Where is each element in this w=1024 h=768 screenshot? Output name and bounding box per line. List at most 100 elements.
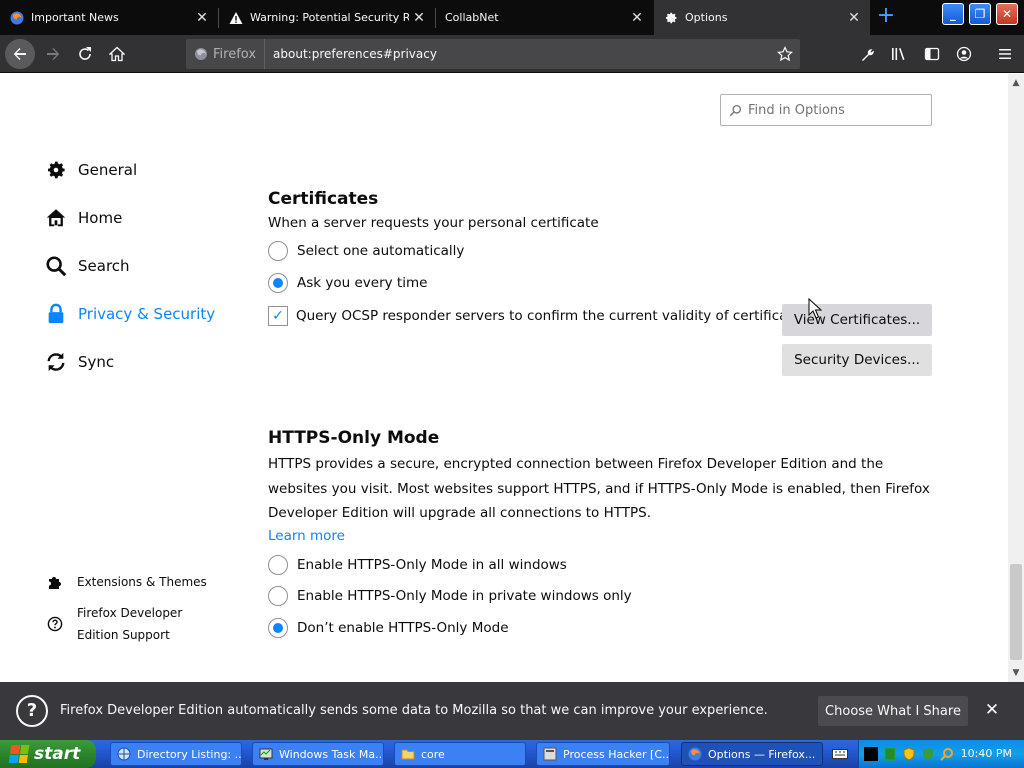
close-tab-icon[interactable]: ✕ — [409, 10, 429, 26]
learn-more-link[interactable]: Learn more — [268, 528, 345, 544]
taskbar-item-core-folder[interactable]: core — [394, 742, 526, 766]
new-tab-button[interactable]: + — [872, 4, 900, 30]
select-automatically-option[interactable]: Select one automatically — [268, 241, 464, 261]
minimize-window-button[interactable]: _ — [942, 3, 964, 25]
start-button[interactable]: start — [0, 740, 96, 768]
menu-icon[interactable] — [994, 43, 1016, 65]
process-search-icon[interactable] — [940, 747, 954, 761]
tab-strip: Important News ✕ Warning: Potential Secu… — [0, 0, 1024, 35]
security-center-icon[interactable] — [921, 747, 935, 761]
gear-icon — [663, 10, 679, 26]
radio-label: Don’t enable HTTPS-Only Mode — [297, 620, 509, 636]
close-icon[interactable]: ✕ — [982, 700, 1002, 720]
close-tab-icon[interactable]: ✕ — [192, 10, 212, 26]
vertical-scrollbar[interactable]: ▲ ▼ — [1008, 74, 1024, 682]
ocsp-option[interactable]: ✓ Query OCSP responder servers to confir… — [268, 306, 808, 326]
windows-logo-icon — [8, 745, 30, 763]
firefox-icon — [688, 747, 702, 761]
footer-link-label: Firefox Developer Edition Support — [77, 606, 183, 642]
forward-button[interactable] — [38, 39, 68, 69]
shield-icon[interactable] — [902, 747, 916, 761]
home-button[interactable] — [102, 39, 132, 69]
sidebar-item-privacy-security[interactable]: Privacy & Security — [44, 302, 215, 326]
back-button[interactable] — [5, 39, 35, 69]
preferences-page: General Home Search Privacy & Security S… — [0, 74, 1008, 682]
sidebar-item-label: Home — [78, 209, 123, 227]
radio-button[interactable] — [268, 241, 288, 261]
process-hacker-icon — [543, 747, 557, 761]
keyboard-icon[interactable] — [832, 747, 848, 761]
forward-arrow-icon — [47, 48, 60, 60]
url-text[interactable]: about:preferences#privacy — [265, 47, 770, 61]
puzzle-icon — [46, 571, 64, 593]
data-collection-notification: ? Firefox Developer Edition automaticall… — [0, 682, 1024, 740]
tab-collabnet[interactable]: CollabNet ✕ — [436, 0, 653, 35]
tab-important-news[interactable]: Important News ✕ — [0, 0, 218, 35]
close-tab-icon[interactable]: ✕ — [844, 10, 864, 26]
sidebar-item-label: Search — [78, 257, 130, 275]
close-tab-icon[interactable]: ✕ — [627, 10, 647, 26]
developer-edition-support-link[interactable]: Firefox Developer Edition Support — [46, 602, 236, 646]
terminal-icon[interactable] — [864, 747, 878, 761]
identity-box[interactable]: Firefox — [186, 39, 266, 69]
taskbar-item-process-hacker[interactable]: Process Hacker [C... — [536, 742, 670, 766]
warning-icon — [228, 10, 244, 26]
taskbar-item-label: Directory Listing: ... — [137, 747, 242, 761]
radio-button[interactable] — [268, 586, 288, 606]
url-bar[interactable]: Firefox about:preferences#privacy — [186, 39, 800, 69]
firefox-icon — [195, 48, 207, 60]
https-disabled-option[interactable]: Don’t enable HTTPS-Only Mode — [268, 618, 509, 638]
taskbar-item-directory-listing[interactable]: Directory Listing: ... — [110, 742, 242, 766]
tab-label: Important News — [31, 11, 119, 24]
https-only-heading: HTTPS-Only Mode — [268, 428, 440, 448]
maximize-window-button[interactable]: ❐ — [969, 3, 991, 25]
home-icon — [109, 46, 125, 62]
https-only-description: HTTPS provides a secure, encrypted conne… — [268, 456, 930, 521]
taskbar-item-firefox-options[interactable]: Options — Firefox... — [681, 742, 823, 766]
checkbox[interactable]: ✓ — [268, 306, 288, 326]
firefox-icon — [9, 10, 25, 26]
sidebar-item-general[interactable]: General — [44, 158, 137, 182]
network-icon[interactable] — [883, 747, 897, 761]
find-in-options-box[interactable] — [720, 94, 932, 126]
sidebar-item-label: Privacy & Security — [78, 305, 216, 323]
ask-every-time-option[interactable]: Ask you every time — [268, 273, 427, 293]
close-window-button[interactable]: ✕ — [996, 3, 1018, 25]
reload-icon — [79, 47, 91, 60]
sidebar-item-sync[interactable]: Sync — [44, 350, 114, 374]
reload-button[interactable] — [70, 39, 100, 69]
tab-security-warning[interactable]: Warning: Potential Security Risk ✕ — [219, 0, 435, 35]
sidebar-item-search[interactable]: Search — [44, 254, 130, 278]
library-icon[interactable] — [889, 43, 911, 65]
https-private-windows-option[interactable]: Enable HTTPS-Only Mode in private window… — [268, 586, 632, 606]
taskbar-item-task-manager[interactable]: Windows Task Ma... — [252, 742, 384, 766]
sidebar-item-label: General — [78, 161, 138, 179]
gear-icon — [44, 158, 68, 182]
security-devices-button[interactable]: Security Devices... — [782, 344, 932, 376]
tab-label: CollabNet — [445, 11, 499, 24]
taskbar-item-label: Windows Task Ma... — [279, 747, 384, 761]
sidebar-item-home[interactable]: Home — [44, 206, 122, 230]
tab-options[interactable]: Options ✕ — [654, 0, 870, 35]
find-in-options-input[interactable] — [746, 101, 916, 119]
extensions-themes-link[interactable]: Extensions & Themes — [46, 571, 207, 593]
radio-button[interactable] — [268, 555, 288, 575]
sidebar-toggle-icon[interactable] — [921, 43, 943, 65]
scroll-thumb[interactable] — [1010, 564, 1022, 660]
scroll-down-icon[interactable]: ▼ — [1011, 668, 1021, 678]
radio-button[interactable] — [268, 273, 288, 293]
radio-label: Enable HTTPS-Only Mode in private window… — [297, 588, 632, 604]
https-all-windows-option[interactable]: Enable HTTPS-Only Mode in all windows — [268, 555, 567, 575]
radio-label: Enable HTTPS-Only Mode in all windows — [297, 557, 567, 573]
choose-what-i-share-button[interactable]: Choose What I Share — [818, 696, 968, 726]
radio-button[interactable] — [268, 618, 288, 638]
view-certificates-button[interactable]: View Certificates... — [782, 304, 932, 336]
scroll-up-icon[interactable]: ▲ — [1011, 78, 1021, 88]
wrench-icon[interactable] — [857, 43, 879, 65]
checkbox-label: Query OCSP responder servers to confirm … — [296, 308, 809, 324]
windows-taskbar: start Directory Listing: ... Windows Tas… — [0, 740, 1024, 768]
taskbar-item-label: Options — Firefox... — [708, 747, 816, 761]
account-icon[interactable] — [953, 43, 975, 65]
bookmark-star-icon[interactable] — [770, 46, 800, 62]
taskbar-item-label: core — [421, 747, 445, 761]
